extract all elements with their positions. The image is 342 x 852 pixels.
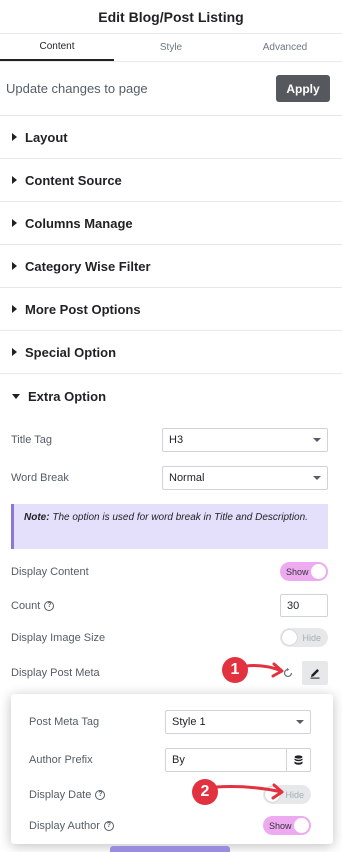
- word-break-value: Normal: [169, 472, 205, 484]
- post-meta-tag-value: Style 1: [172, 716, 206, 728]
- caret-right-icon: [12, 219, 17, 227]
- toggle-text: Hide: [285, 789, 304, 800]
- annotation-arrow-1: [244, 662, 284, 678]
- post-meta-tag-row: Post Meta Tag Style 1: [29, 710, 311, 734]
- dynamic-tags-icon[interactable]: [286, 749, 310, 771]
- section-label: Layout: [25, 129, 68, 145]
- toggle-knob: [294, 818, 309, 833]
- display-author-label: Display Author?: [29, 820, 114, 832]
- display-author-label-text: Display Author: [29, 819, 100, 832]
- section-columns-manage[interactable]: Columns Manage: [0, 202, 342, 245]
- section-category-wise-filter[interactable]: Category Wise Filter: [0, 245, 342, 288]
- toggle-knob: [311, 564, 326, 579]
- author-prefix-row: Author Prefix By: [29, 748, 311, 772]
- word-break-note: Note: The option is used for word break …: [11, 504, 328, 549]
- section-label: Special Option: [25, 344, 117, 360]
- caret-right-icon: [12, 176, 17, 184]
- count-input[interactable]: 30: [280, 594, 328, 617]
- chevron-down-icon: [313, 438, 321, 442]
- display-content-toggle[interactable]: Show: [280, 562, 328, 581]
- toggle-text: Show: [269, 820, 292, 831]
- help-icon[interactable]: ?: [44, 600, 55, 611]
- tab-bar: Content Style Advanced: [0, 34, 342, 62]
- display-image-size-row: Display Image Size Hide: [11, 628, 328, 647]
- section-label: Extra Option: [28, 388, 107, 404]
- tab-advanced[interactable]: Advanced: [228, 34, 342, 61]
- caret-down-icon: [12, 393, 20, 399]
- post-meta-tag-label: Post Meta Tag: [29, 716, 100, 728]
- toggle-knob: [282, 630, 297, 645]
- author-prefix-input[interactable]: By: [165, 748, 311, 772]
- apply-button[interactable]: Apply: [276, 75, 330, 102]
- display-image-size-label: Display Image Size: [11, 631, 106, 644]
- edit-button[interactable]: [302, 661, 328, 685]
- display-content-row: Display Content Show: [11, 562, 328, 581]
- title-tag-value: H3: [169, 434, 184, 446]
- section-label: More Post Options: [25, 301, 141, 317]
- display-content-label: Display Content: [11, 565, 89, 578]
- display-author-toggle[interactable]: Show: [263, 816, 311, 835]
- annotation-arrow-2: [214, 783, 284, 800]
- word-break-select[interactable]: Normal: [162, 466, 328, 490]
- panel-header: Edit Blog/Post Listing: [0, 0, 342, 34]
- author-prefix-label: Author Prefix: [29, 754, 93, 766]
- section-label: Category Wise Filter: [25, 258, 151, 274]
- title-tag-select[interactable]: H3: [162, 428, 328, 452]
- display-author-row: Display Author? Show: [29, 816, 311, 835]
- count-label-text: Count: [11, 599, 41, 612]
- display-date-label-text: Display Date: [29, 788, 92, 801]
- note-text: The option is used for word break in Tit…: [49, 512, 308, 523]
- author-prefix-value: By: [172, 754, 185, 766]
- pencil-icon: [310, 669, 320, 679]
- section-special-option[interactable]: Special Option: [0, 331, 342, 374]
- post-meta-tag-select[interactable]: Style 1: [165, 710, 311, 734]
- section-extra-option[interactable]: Extra Option: [0, 374, 342, 418]
- caret-right-icon: [12, 348, 17, 356]
- count-row: Count? 30: [11, 594, 328, 617]
- count-label: Count?: [11, 599, 55, 612]
- display-image-size-toggle[interactable]: Hide: [280, 628, 328, 647]
- update-changes-text: Update changes to page: [6, 81, 148, 96]
- chevron-down-icon: [313, 476, 321, 480]
- toggle-text: Show: [286, 566, 309, 577]
- section-label: Columns Manage: [25, 215, 133, 231]
- tab-style[interactable]: Style: [114, 34, 228, 61]
- display-date-label: Display Date?: [29, 788, 106, 801]
- tab-content[interactable]: Content: [0, 34, 114, 61]
- post-meta-popover: Post Meta Tag Style 1 Author Prefix By D…: [11, 694, 333, 844]
- help-icon[interactable]: ?: [95, 789, 106, 800]
- update-changes-row: Update changes to page Apply: [0, 62, 342, 116]
- bottom-button-partial[interactable]: [110, 846, 230, 852]
- title-tag-label: Title Tag: [11, 434, 52, 446]
- note-bold: Note:: [24, 512, 50, 523]
- section-label: Content Source: [25, 172, 122, 188]
- word-break-row: Word Break Normal: [11, 466, 328, 490]
- help-icon[interactable]: ?: [103, 820, 114, 831]
- word-break-label: Word Break: [11, 472, 69, 484]
- chevron-down-icon: [296, 720, 304, 724]
- caret-right-icon: [12, 262, 17, 270]
- section-more-post-options[interactable]: More Post Options: [0, 288, 342, 331]
- caret-right-icon: [12, 133, 17, 141]
- section-content-source[interactable]: Content Source: [0, 159, 342, 202]
- display-post-meta-label: Display Post Meta: [11, 667, 100, 679]
- caret-right-icon: [12, 305, 17, 313]
- section-layout[interactable]: Layout: [0, 116, 342, 159]
- panel-title: Edit Blog/Post Listing: [98, 8, 244, 25]
- toggle-text: Hide: [302, 632, 321, 643]
- title-tag-row: Title Tag H3: [11, 428, 328, 452]
